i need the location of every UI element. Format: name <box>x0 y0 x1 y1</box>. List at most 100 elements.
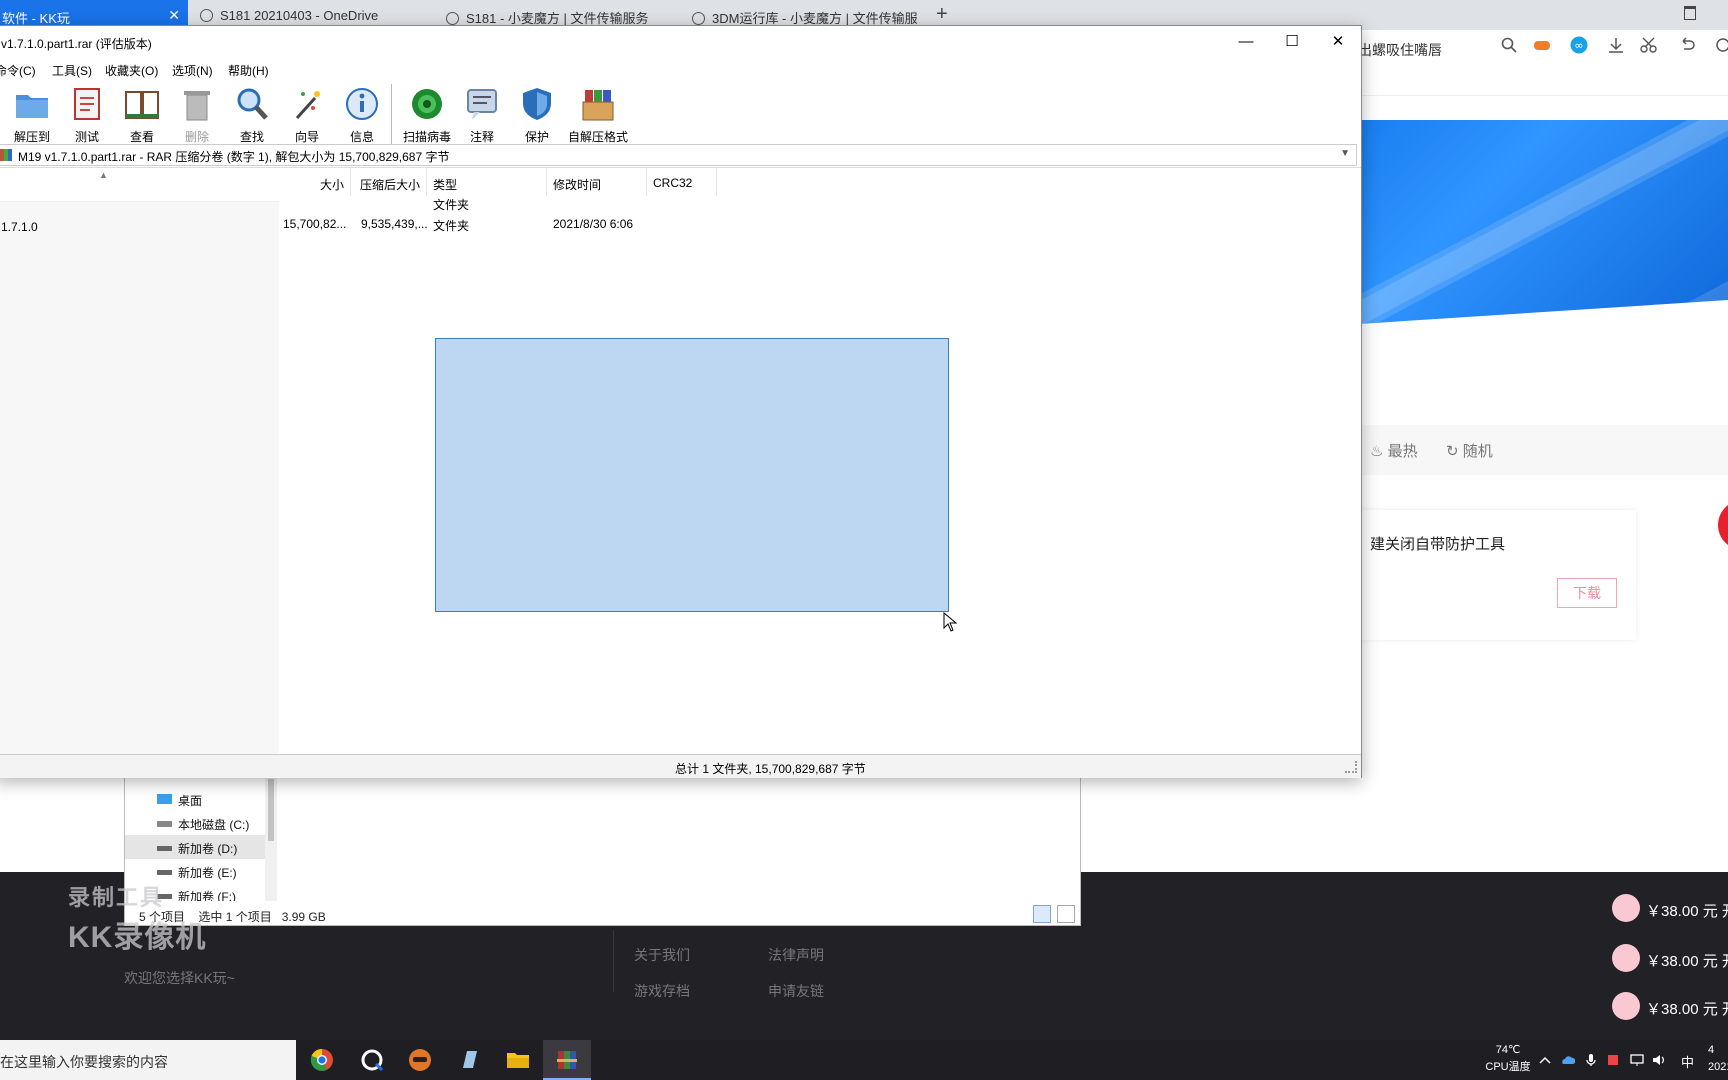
footer-link-friends[interactable]: 申请友链 <box>768 981 824 1001</box>
scroll-thumb[interactable] <box>268 779 274 841</box>
system-clock[interactable]: 4 2021 <box>1708 1042 1728 1076</box>
recorder-watermark: 录制工具 KK录像机 <box>68 880 206 956</box>
menu-favorites[interactable]: 收藏夹(O) <box>105 62 158 79</box>
svg-text:∞: ∞ <box>1574 39 1583 52</box>
archive-path-bar[interactable]: M19 v1.7.1.0.part1.rar - RAR 压缩分卷 (数字 1)… <box>0 144 1357 166</box>
search-query-text[interactable]: 出螺吸住嘴唇 <box>1358 40 1442 60</box>
nav-item-c-drive[interactable]: 本地磁盘 (C:) <box>125 811 265 835</box>
status-size: 3.99 GB <box>281 910 326 924</box>
tab-title: 3DM运行库 - 小麦魔方 | 文件传输服 <box>712 11 918 26</box>
taskbar-app-browser[interactable] <box>348 1040 396 1080</box>
column-type[interactable]: 类型 <box>427 168 547 196</box>
chrome-icon <box>310 1048 333 1071</box>
large-icons-view-icon[interactable] <box>1057 905 1075 923</box>
footer-link-about[interactable]: 关于我们 <box>634 945 690 965</box>
price-label: ￥38.00 元 开通 <box>1646 953 1728 970</box>
taskbar-app-winrar[interactable] <box>543 1040 591 1080</box>
refresh-icon: ↻ <box>1446 443 1459 460</box>
close-tab-icon[interactable]: ✕ <box>168 7 180 24</box>
chevron-up-icon[interactable] <box>1538 1053 1552 1067</box>
info-icon <box>346 88 378 120</box>
bookmark-icon[interactable] <box>1684 6 1696 20</box>
cpu-temperature[interactable]: 74℃ CPU温度 <box>1482 1042 1534 1076</box>
resize-grip-icon[interactable] <box>1345 761 1357 773</box>
paw-icon <box>1612 894 1640 922</box>
winrar-titlebar[interactable]: v1.7.1.0.part1.rar (评估版本) — ☐ ✕ <box>0 26 1361 58</box>
download-button[interactable]: 下载 <box>1557 578 1617 608</box>
gamepad-icon[interactable] <box>1533 36 1551 54</box>
menu-options[interactable]: 选项(N) <box>172 62 213 79</box>
infinity-icon[interactable]: ∞ <box>1570 36 1588 54</box>
taskbar-app-recorder[interactable] <box>396 1040 444 1080</box>
input-method-indicator[interactable]: 中 <box>1681 1052 1694 1071</box>
view-icon <box>125 91 159 119</box>
fire-icon: ♨ <box>1370 443 1384 460</box>
sort-random[interactable]: ↻ 随机 <box>1446 440 1493 461</box>
onedrive-cloud-icon[interactable] <box>1561 1053 1575 1067</box>
history-icon[interactable] <box>1714 36 1728 54</box>
vip-price-3[interactable]: ￥38.00 元 开通 <box>1612 990 1728 1022</box>
menu-command[interactable]: 命令(C) <box>0 62 36 79</box>
nav-item-desktop[interactable]: 桌面 <box>125 787 265 811</box>
column-modified[interactable]: 修改时间 <box>547 168 647 196</box>
tree-folder-name[interactable]: 1.7.1.0 <box>1 220 38 234</box>
row-packed[interactable]: 9,535,439,... <box>361 217 428 231</box>
network-icon[interactable] <box>1630 1053 1644 1067</box>
rar-archive-icon <box>0 149 12 161</box>
details-view-icon[interactable] <box>1033 905 1051 923</box>
menu-bar: 命令(C) 工具(S) 收藏夹(O) 选项(N) 帮助(H) <box>0 58 1361 80</box>
footer-divider <box>613 930 614 992</box>
row-parent-type[interactable]: 文件夹 <box>433 196 469 213</box>
undo-icon[interactable] <box>1678 36 1696 54</box>
menu-tools[interactable]: 工具(S) <box>52 62 92 79</box>
row-type[interactable]: 文件夹 <box>433 217 469 234</box>
row-modified[interactable]: 2021/8/30 6:06 <box>553 217 633 231</box>
chevron-down-icon[interactable]: ▼ <box>1340 148 1350 159</box>
microphone-icon[interactable] <box>1584 1053 1598 1067</box>
extract-to-icon <box>16 95 48 118</box>
taskbar-app-notes[interactable] <box>446 1040 494 1080</box>
window-title: v1.7.1.0.part1.rar (评估版本) <box>1 37 152 51</box>
download-icon[interactable] <box>1607 36 1625 54</box>
new-tab-button[interactable]: + <box>936 3 948 26</box>
delete-icon <box>184 91 210 121</box>
close-button[interactable]: ✕ <box>1315 26 1361 58</box>
tree-pane-background <box>0 202 279 754</box>
sort-random-label: 随机 <box>1462 443 1493 460</box>
mouse-cursor-icon <box>943 612 957 632</box>
sfx-icon <box>582 90 614 121</box>
minimize-button[interactable]: — <box>1223 26 1269 58</box>
nav-item-d-drive[interactable]: 新加卷 (D:) <box>125 835 265 859</box>
taskbar-search-box[interactable]: 在这里输入你要搜索的内容 <box>0 1040 296 1080</box>
taskbar-app-chrome[interactable] <box>298 1040 346 1080</box>
column-crc[interactable]: CRC32 <box>647 168 717 196</box>
price-label: ￥38.00 元 开通 <box>1646 1001 1728 1018</box>
row-size[interactable]: 15,700,82... <box>283 217 346 231</box>
scissors-icon[interactable] <box>1640 36 1658 54</box>
vip-price-1[interactable]: ￥38.00 元 开通 <box>1612 892 1728 924</box>
tab-title: S181 - 小麦魔方 | 文件传输服务 <box>466 11 649 26</box>
maximize-button[interactable]: ☐ <box>1269 26 1315 58</box>
volume-icon[interactable] <box>1652 1053 1666 1067</box>
footer-link-saves[interactable]: 游戏存档 <box>634 981 690 1001</box>
drive-icon <box>157 846 172 851</box>
card-title[interactable]: 建关闭自带防护工具 <box>1370 533 1505 554</box>
security-tray-icon[interactable] <box>1606 1053 1620 1067</box>
sort-hottest[interactable]: ♨ 最热 <box>1370 440 1418 461</box>
taskbar-app-explorer[interactable] <box>494 1040 542 1080</box>
column-packed[interactable]: 压缩后大小 <box>351 168 427 196</box>
vip-price-2[interactable]: ￥38.00 元 开通 <box>1612 942 1728 974</box>
globe-icon <box>446 12 459 25</box>
clock-time: 4 <box>1708 1044 1715 1056</box>
globe-icon <box>200 9 213 22</box>
nav-label: 新加卷 (D:) <box>178 842 238 856</box>
protect-icon <box>523 88 551 120</box>
column-size[interactable]: 大小 <box>279 168 351 196</box>
find-icon <box>237 88 268 120</box>
menu-help[interactable]: 帮助(H) <box>228 62 269 79</box>
footer-link-legal[interactable]: 法律声明 <box>768 945 824 965</box>
nav-scrollbar[interactable] <box>265 777 277 901</box>
desktop-icon <box>157 794 172 804</box>
cpu-temp-label: CPU温度 <box>1485 1061 1531 1073</box>
search-icon[interactable] <box>1500 36 1518 54</box>
